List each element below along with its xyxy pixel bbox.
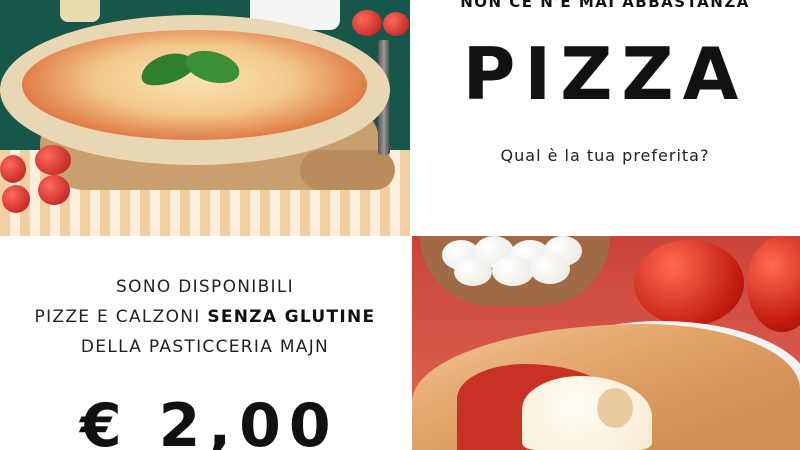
cherry-tomato-shape xyxy=(2,185,30,213)
subtitle-text: Qual è la tua preferita? xyxy=(500,146,710,165)
page-title: PIZZA xyxy=(462,32,748,116)
glass-shape xyxy=(60,0,100,22)
tomato-shape xyxy=(747,236,800,332)
title-panel: NON CE N'È MAI ABBASTANZA PIZZA Qual è l… xyxy=(410,0,800,236)
info-line-2-prefix: PIZZE E CALZONI xyxy=(34,307,208,327)
calzone-photo xyxy=(412,236,800,450)
gluten-free-highlight: SENZA GLUTINE xyxy=(207,307,376,327)
cherry-tomato-shape xyxy=(35,145,71,175)
mozzarella-ball-shape xyxy=(492,256,534,286)
mozzarella-ball-shape xyxy=(454,258,492,286)
tomato-shape xyxy=(634,240,744,326)
price-label: € 2,00 xyxy=(80,391,339,450)
cherry-tomato-shape xyxy=(352,10,382,36)
info-line-3: DELLA PASTICCERIA MAJN xyxy=(80,337,330,357)
info-line-2: PIZZE E CALZONI SENZA GLUTINE xyxy=(0,307,410,327)
cheese-hole-shape xyxy=(597,388,633,428)
pizza-topping-shape xyxy=(22,30,367,140)
mozzarella-ball-shape xyxy=(530,254,570,284)
info-panel: SONO DISPONIBILI PIZZE E CALZONI SENZA G… xyxy=(0,236,410,450)
cherry-tomato-shape xyxy=(0,155,26,183)
cherry-tomato-shape xyxy=(383,12,409,36)
cherry-tomato-shape xyxy=(38,175,70,205)
board-handle-shape xyxy=(300,150,395,190)
kicker-text: NON CE N'È MAI ABBASTANZA xyxy=(460,0,750,11)
info-line-1: SONO DISPONIBILI xyxy=(116,277,294,297)
pizza-photo xyxy=(0,0,410,236)
